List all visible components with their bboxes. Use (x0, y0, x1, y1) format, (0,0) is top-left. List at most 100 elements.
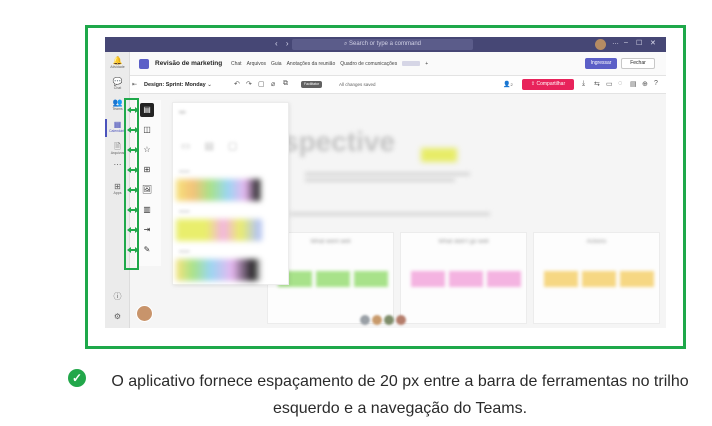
zoom-icon[interactable]: ⊕ (642, 80, 648, 88)
column-title: What didn't go well (438, 239, 489, 245)
panel-icon-row: ▭▤▢ (181, 141, 252, 152)
export-icon[interactable]: ⇥ (140, 223, 154, 237)
share-label: Compartilhar (536, 81, 566, 87)
chat-bubble-icon[interactable]: ◌ (618, 80, 622, 87)
notes-icon[interactable]: ▤ (630, 80, 637, 88)
library-icon[interactable]: ▥ (140, 203, 154, 217)
chevron-down-icon: ⌄ (207, 82, 212, 88)
app-toolbar: ⇤ Design: Sprint: Monday ⌄ ↶ ↷ ▢ ⌀ ⧉ Fac… (130, 76, 666, 94)
spacing-arrow (127, 247, 139, 253)
search-input[interactable]: ⌕ Search or type a command (292, 39, 473, 50)
sticky-note[interactable] (449, 271, 483, 287)
participant-count: 2 (510, 82, 513, 87)
tab-active-app[interactable] (402, 61, 421, 66)
design-label: Design: (144, 82, 165, 88)
collapse-icon[interactable]: ⇤ (132, 81, 137, 88)
rail-item-activity[interactable]: 🔔 Atividade (105, 56, 130, 69)
settings-gear-icon[interactable]: ⚙ (105, 312, 130, 321)
sticky-note[interactable] (487, 271, 521, 287)
table-icon[interactable]: ⊞ (140, 163, 154, 177)
title-bar: ‹ › ⌕ Search or type a command … – ☐ ✕ (105, 37, 666, 52)
sticky-note[interactable] (582, 271, 616, 287)
maximize-button[interactable]: ☐ (636, 39, 642, 47)
tab-meeting-notes[interactable]: Anotações da reunião (287, 61, 336, 67)
close-window-button[interactable]: ✕ (650, 39, 656, 47)
color-swatch-row[interactable] (176, 219, 262, 241)
board-title[interactable]: Design: Sprint: Monday ⌄ (144, 82, 212, 88)
avatar (396, 315, 406, 325)
present-icon[interactable]: ⧉ (283, 80, 288, 88)
channel-header: Revisão de marketing Chat Arquivos Guia … (130, 52, 666, 76)
column-title: Actions (586, 239, 607, 245)
spacing-arrow (127, 107, 139, 113)
redo-icon[interactable]: ↷ (246, 80, 252, 88)
tab-chat[interactable]: Chat (231, 61, 242, 67)
collaborator-avatars (360, 312, 412, 325)
spacing-arrow (127, 207, 139, 213)
spacing-arrow (127, 127, 139, 133)
sticky-note[interactable] (316, 271, 350, 287)
nav-arrows[interactable]: ‹ › (275, 39, 292, 48)
add-tab-button[interactable]: + (425, 61, 428, 67)
comment-icon[interactable]: ▭ (606, 80, 613, 88)
download-icon[interactable]: ⤓ (582, 80, 585, 88)
star-icon[interactable]: ☆ (140, 143, 154, 157)
minimize-button[interactable]: – (624, 39, 628, 46)
participants-icon[interactable]: 👤2 (503, 81, 513, 88)
help-icon[interactable]: ⓘ (105, 292, 130, 301)
sticky-note-icon[interactable]: ▤ (140, 103, 154, 117)
copy-icon[interactable]: ▢ (258, 80, 265, 88)
avatar[interactable] (136, 305, 153, 322)
spacing-arrow (127, 227, 139, 233)
image-icon[interactable]: 🖼 (140, 183, 154, 197)
share-button[interactable]: ⇪ Compartilhar (522, 79, 574, 90)
rail-item-chat[interactable]: 💬 Chat (105, 77, 130, 90)
avatar (384, 315, 394, 325)
board-instruction-line (290, 212, 490, 216)
tab-files[interactable]: Arquivos (247, 61, 266, 67)
sticky-note[interactable] (544, 271, 578, 287)
color-swatch-row[interactable] (176, 179, 262, 201)
bell-icon: 🔔 (112, 56, 123, 65)
retro-column[interactable]: Actions (533, 232, 660, 324)
chat-icon: 💬 (112, 77, 123, 86)
channel-name: Revisão de marketing (155, 60, 223, 67)
pen-icon[interactable]: ✎ (140, 243, 154, 257)
rail-label: Chat (113, 86, 122, 90)
more-icon[interactable]: … (612, 39, 619, 46)
rail-label: Atividade (110, 65, 125, 69)
sticky-note[interactable] (411, 271, 445, 287)
team-logo (139, 59, 149, 69)
profile-avatar[interactable] (595, 39, 606, 50)
retro-column[interactable]: What didn't go well (400, 232, 527, 324)
board-subtitle-line (305, 178, 455, 182)
spacing-arrow (127, 147, 139, 153)
board-subtitle-line (305, 172, 470, 176)
clear-icon[interactable]: ⌀ (271, 80, 275, 88)
sticky-note[interactable] (620, 271, 654, 287)
shapes-icon[interactable]: ◫ (140, 123, 154, 137)
tab-comms-board[interactable]: Quadro de comunicações (340, 61, 397, 67)
spacing-highlight-box (124, 98, 139, 270)
link-icon[interactable]: ⇆ (594, 80, 600, 88)
join-button[interactable]: Ingressar (585, 58, 617, 69)
panel-title: ▪▪▪ (179, 110, 186, 116)
help-icon[interactable]: ? (654, 80, 658, 87)
close-button[interactable]: Fechar (621, 58, 655, 69)
panel-section-label: ▪▪▪▪▪▪ (179, 169, 190, 175)
panel-section-label: ▪▪▪▪▪▪ (179, 209, 190, 215)
spacing-arrow (127, 187, 139, 193)
check-circle-icon: ✓ (68, 369, 86, 387)
board-name: Sprint: Monday (165, 82, 206, 88)
tab-guide[interactable]: Guia (271, 61, 282, 67)
facilitator-badge[interactable]: Facilitator (301, 81, 323, 88)
undo-icon[interactable]: ↶ (234, 80, 240, 88)
spacing-arrow (127, 167, 139, 173)
search-placeholder: Search or type a command (348, 41, 422, 47)
save-status: All changes saved (339, 82, 376, 87)
board-heading: spective (283, 126, 396, 157)
avatar (360, 315, 370, 325)
tool-flyout-panel: ▪▪▪ ▭▤▢ ▪▪▪▪▪▪ ▪▪▪▪▪▪ ▪▪▪▪▪▪ (172, 102, 289, 285)
color-swatch-row[interactable] (176, 259, 262, 281)
sticky-note[interactable] (354, 271, 388, 287)
